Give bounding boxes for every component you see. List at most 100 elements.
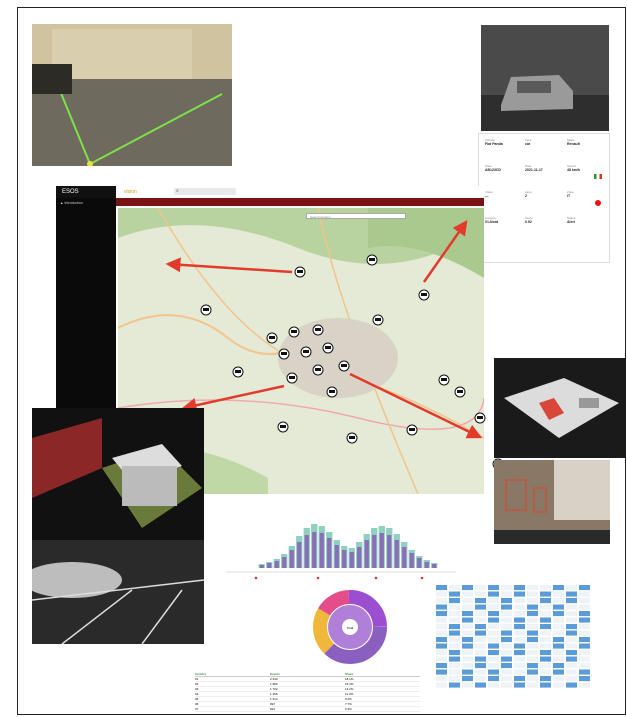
camera-pin-icon[interactable] (200, 304, 212, 316)
camera-pin-icon[interactable] (300, 346, 312, 358)
camera-pin-icon[interactable] (312, 364, 324, 376)
bar-series-2 (424, 562, 429, 568)
heatmap-cell (566, 630, 577, 636)
camera-pin-icon[interactable] (338, 360, 350, 372)
bar-series-2 (432, 564, 437, 568)
parking-camera-view (32, 540, 204, 644)
heatmap-cell (475, 669, 486, 675)
table-cell: 1 702 (270, 687, 278, 691)
camera-pin-icon[interactable] (266, 332, 278, 344)
column-header[interactable]: Camera (195, 672, 270, 676)
heatmap-cell (514, 604, 525, 610)
camera-pin-icon[interactable] (278, 348, 290, 360)
heatmap-cell (475, 585, 486, 591)
heatmap-cell (436, 669, 447, 675)
camera-pin-icon[interactable] (322, 342, 334, 354)
camera-pin-icon[interactable] (438, 374, 450, 386)
heatmap-cell (527, 637, 538, 643)
office-scene (494, 460, 610, 544)
heatmap-cell (462, 650, 473, 656)
heatmap-cell (449, 624, 460, 630)
heatmap-cell (462, 682, 473, 688)
bar-series-2 (342, 550, 347, 568)
heatmap-cell (579, 604, 590, 610)
bar-series-2 (387, 535, 392, 568)
camera-pin-icon[interactable] (418, 289, 430, 301)
bar-series-2 (379, 533, 384, 568)
heatmap-cell (514, 598, 525, 604)
heatmap-cell (527, 624, 538, 630)
heatmap-cell (579, 643, 590, 649)
camera-pin-icon[interactable] (346, 432, 358, 444)
heatmap-cell (449, 669, 460, 675)
camera-pin-icon[interactable] (366, 254, 378, 266)
heatmap-cell (462, 669, 473, 675)
table-cell: 07 (195, 707, 199, 711)
bar-series-2 (304, 535, 309, 568)
bar-series-2 (259, 565, 264, 568)
heatmap-cell (501, 656, 512, 662)
heatmap-cell (553, 624, 564, 630)
heatmap-cell (488, 611, 499, 617)
heatmap-cell (436, 682, 447, 688)
heatmap-cell (462, 643, 473, 649)
heatmap-cell (553, 682, 564, 688)
table-cell: 05 (195, 697, 199, 701)
camera-pin-icon[interactable] (294, 266, 306, 278)
heatmap-cell (514, 650, 525, 656)
weekly-heatmap (436, 585, 590, 688)
table-cell: 01 (195, 677, 199, 681)
heatmap-cell (501, 630, 512, 636)
heatmap-cell (527, 604, 538, 610)
heatmap-cell (540, 637, 551, 643)
heatmap-cell (514, 663, 525, 669)
indoor-3d-view (494, 358, 626, 458)
table-row[interactable]: 07 812 6.3% (195, 707, 420, 712)
camera-pin-icon[interactable] (286, 372, 298, 384)
heatmap-cell (540, 643, 551, 649)
heatmap-cell (462, 656, 473, 662)
heatmap-cell (579, 656, 590, 662)
parking-scene (32, 540, 204, 644)
heatmap-cell (475, 663, 486, 669)
heatmap-cell (488, 604, 499, 610)
hourly-bar-chart (258, 524, 438, 568)
heatmap-cell (514, 617, 525, 623)
heatmap-cell (436, 656, 447, 662)
heatmap-cell (449, 682, 460, 688)
callout-arrow (165, 257, 293, 274)
callout-arrow (422, 219, 468, 283)
heatmap-cell (527, 611, 538, 617)
camera-pin-icon[interactable] (277, 421, 289, 433)
heatmap-cell (436, 637, 447, 643)
heatmap-cell (436, 585, 447, 591)
heatmap-cell (475, 604, 486, 610)
bar-series-2 (364, 540, 369, 568)
heatmap-cell (527, 643, 538, 649)
bar-series-2 (289, 550, 294, 568)
heatmap-cell (501, 611, 512, 617)
heatmap-cell (436, 611, 447, 617)
camera-pin-icon[interactable] (232, 366, 244, 378)
camera-pin-icon[interactable] (372, 314, 384, 326)
camera-pin-icon[interactable] (312, 324, 324, 336)
heatmap-cell (527, 663, 538, 669)
camera-pin-icon[interactable] (326, 386, 338, 398)
heatmap-cell (527, 682, 538, 688)
column-header[interactable]: Share (345, 672, 420, 676)
heatmap-cell (436, 624, 447, 630)
camera-pin-icon[interactable] (406, 424, 418, 436)
heatmap-cell (540, 676, 551, 682)
heatmap-cell (579, 611, 590, 617)
heatmap-cell (553, 630, 564, 636)
heatmap-cell (527, 630, 538, 636)
column-header[interactable]: Events (270, 672, 345, 676)
heatmap-cell (462, 663, 473, 669)
heatmap-cell (527, 669, 538, 675)
camera-pin-icon[interactable] (454, 386, 466, 398)
heatmap-cell (475, 630, 486, 636)
camera-pin-icon[interactable] (288, 326, 300, 338)
camera-pin-icon[interactable] (474, 412, 486, 424)
heatmap-cell (553, 585, 564, 591)
heatmap-cell (449, 585, 460, 591)
